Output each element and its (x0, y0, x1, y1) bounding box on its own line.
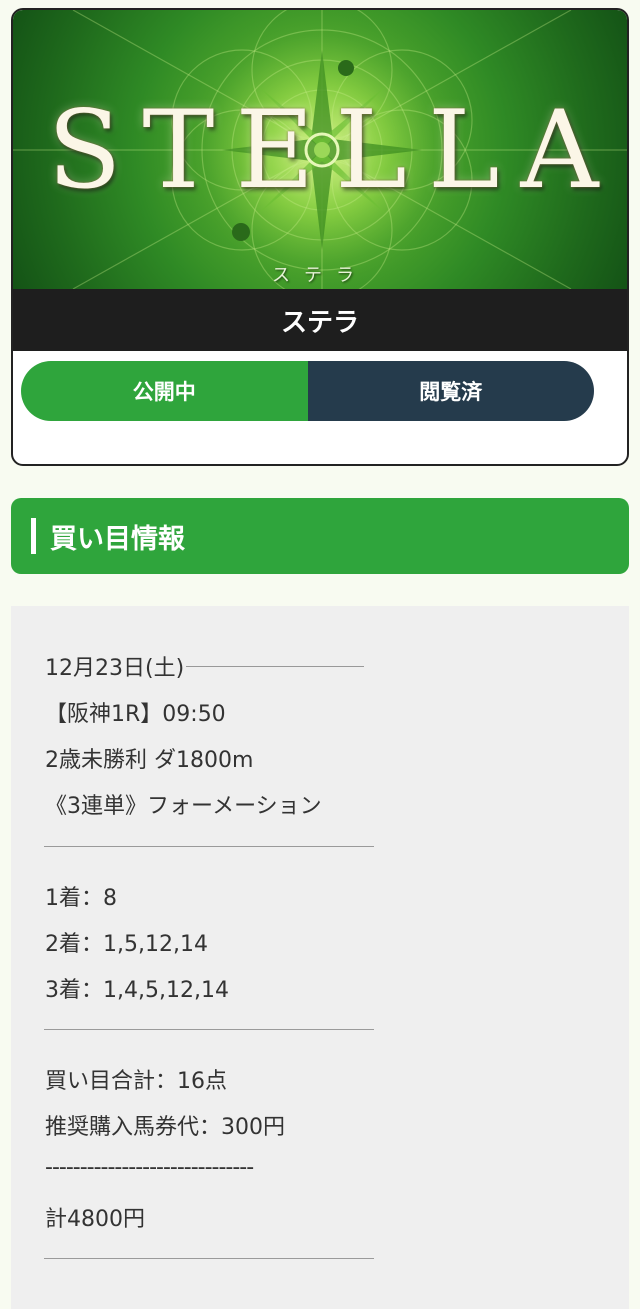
bet-info-panel: 12月23日(土) 【阪神1R】09:50 2歳未勝利 ダ1800m 《3連単》… (11, 606, 629, 1309)
stella-banner: S T E L L A ステラ (13, 10, 627, 289)
divider (44, 1029, 374, 1030)
pick-first: 1着：8 (45, 886, 117, 911)
unit-price: 推奨購入馬券代：300円 (45, 1115, 285, 1140)
dash-separator: ------------------------------ (45, 1155, 254, 1180)
status-toggle: 公開中 閲覧済 (21, 361, 594, 421)
pick-third: 3着：1,4,5,12,14 (45, 978, 229, 1003)
date-divider (186, 665, 365, 667)
total-price: 計4800円 (45, 1207, 145, 1232)
section-accent-bar (31, 518, 36, 554)
status-viewed-button[interactable]: 閲覧済 (307, 361, 594, 421)
stella-logo-text: S T E L L A (13, 96, 627, 206)
total-points: 買い目合計：16点 (45, 1069, 227, 1094)
status-public-button[interactable]: 公開中 (21, 361, 308, 421)
section-title: 買い目情報 (50, 523, 185, 555)
logo-letter: L (335, 88, 407, 213)
race-date-row: 12月23日(土) (45, 650, 365, 682)
logo-letter: A (520, 88, 599, 213)
divider (44, 846, 374, 847)
race-date: 12月23日(土) (45, 656, 185, 681)
bet-type: 《3連単》フォーメーション (45, 794, 322, 819)
logo-letter: T (142, 88, 215, 213)
pick-second: 2着：1,5,12,14 (45, 932, 208, 957)
logo-letter: L (427, 88, 500, 213)
race-venue-time: 【阪神1R】09:50 (45, 702, 226, 727)
site-name-bar: ステラ (13, 289, 627, 351)
divider (44, 1258, 374, 1259)
logo-letter: S (47, 88, 122, 213)
section-header: 買い目情報 (11, 498, 629, 574)
logo-letter: E (235, 88, 315, 213)
race-condition: 2歳未勝利 ダ1800m (45, 748, 254, 773)
logo-subtitle: ステラ (272, 265, 368, 286)
